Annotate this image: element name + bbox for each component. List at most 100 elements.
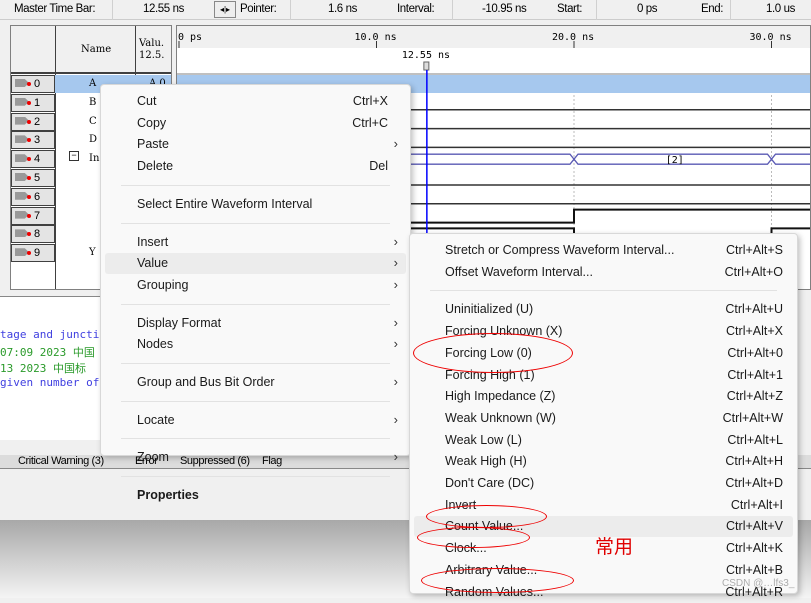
pin-marker-icon <box>27 101 31 105</box>
menu-item-weak-low-l[interactable]: Weak Low (L)Ctrl+Alt+L <box>414 430 793 451</box>
chevron-right-icon: › <box>394 449 398 464</box>
message-line: tage and juncti <box>0 328 99 341</box>
bus-segment <box>772 154 811 164</box>
end-value: 1.0 us <box>766 3 795 15</box>
time-bar-arrows-button[interactable]: ◂|▸ <box>214 1 236 18</box>
time-tick-label: 10.0 ns <box>355 32 397 43</box>
menu-item-locate[interactable]: Locate › <box>105 410 406 431</box>
menu-separator <box>121 401 390 402</box>
menu-item-group-and-bus-bit-order[interactable]: Group and Bus Bit Order› <box>105 372 406 393</box>
pin-marker-icon <box>27 214 31 218</box>
menu-item-shortcut: Ctrl+Alt+X <box>726 324 783 338</box>
pointer-label: Pointer: <box>240 3 276 15</box>
pin-marker-icon <box>27 120 31 124</box>
menu-item-shortcut: Ctrl+Alt+0 <box>727 346 783 360</box>
annotation-text: 常用 <box>595 532 633 559</box>
menu-item-label: Offset Waveform Interval... <box>445 265 593 279</box>
interval-value: -10.95 ns <box>482 3 526 15</box>
bus-value-label: [2] <box>666 155 684 166</box>
menu-item-value[interactable]: Value› <box>105 253 406 274</box>
menu-item-offset-waveform-interval[interactable]: Offset Waveform Interval...Ctrl+Alt+O <box>414 262 793 283</box>
menu-item-label: Nodes <box>137 337 173 351</box>
node-name[interactable]: Y <box>89 247 96 258</box>
menu-item-nodes[interactable]: Nodes › <box>105 334 406 355</box>
chevron-right-icon: › <box>394 336 398 351</box>
menu-item-shortcut: Ctrl+X <box>353 94 388 108</box>
menu-item-shortcut: Ctrl+Alt+D <box>725 476 783 490</box>
menu-item-zoom[interactable]: Zoom › <box>105 447 406 468</box>
chevron-right-icon: › <box>394 136 398 151</box>
chevron-right-icon: › <box>394 374 398 389</box>
message-line: given number of <box>0 376 99 389</box>
menu-item-label: Insert <box>137 235 168 249</box>
menu-item-shortcut: Ctrl+Alt+V <box>726 519 783 533</box>
node-name[interactable]: A <box>89 78 96 89</box>
menu-item-delete[interactable]: DeleteDel <box>105 156 406 177</box>
menu-item-high-impedance-z[interactable]: High Impedance (Z)Ctrl+Alt+Z <box>414 386 793 407</box>
start-label: Start: <box>557 3 582 15</box>
node-name[interactable]: C <box>89 116 97 127</box>
menu-item-grouping[interactable]: Grouping › <box>105 275 406 296</box>
menu-item-weak-unknown-w[interactable]: Weak Unknown (W)Ctrl+Alt+W <box>414 408 793 429</box>
menu-item-shortcut: Ctrl+Alt+W <box>723 411 783 425</box>
start-value: 0 ps <box>637 3 657 15</box>
menu-item-shortcut: Ctrl+Alt+Z <box>727 389 783 403</box>
menu-item-shortcut: Ctrl+C <box>352 116 388 130</box>
menu-item-cut[interactable]: Cut Ctrl+X <box>105 91 406 112</box>
menu-item-shortcut: Ctrl+Alt+K <box>726 541 783 555</box>
value-column-header[interactable]: Valu.12.5. <box>139 38 164 62</box>
menu-item-shortcut: Ctrl+Alt+B <box>726 563 783 577</box>
timeline-ruler <box>177 26 811 48</box>
time-tick-label: 20.0 ns <box>552 32 594 43</box>
menu-item-select-entire-waveform-interval[interactable]: Select Entire Waveform Interval <box>105 194 406 215</box>
menu-item-stretch-or-compress-waveform-interval[interactable]: Stretch or Compress Waveform Interval...… <box>414 240 793 261</box>
pin-marker-icon <box>27 195 31 199</box>
menu-separator <box>121 438 390 439</box>
annotation-ellipse <box>413 333 573 373</box>
menu-item-paste[interactable]: Paste › <box>105 134 406 155</box>
annotation-ellipse <box>426 505 547 528</box>
master-time-bar-value[interactable]: 12.55 ns <box>143 3 184 15</box>
menu-item-label: Value <box>137 256 168 270</box>
message-tab[interactable]: Critical Warning (3) <box>18 455 104 467</box>
menu-item-label: Properties <box>137 488 199 502</box>
menu-item-weak-high-h[interactable]: Weak High (H)Ctrl+Alt+H <box>414 451 793 472</box>
master-time-bar-label: Master Time Bar: <box>14 3 95 15</box>
menu-item-display-format[interactable]: Display Format› <box>105 313 406 334</box>
menu-item-label: Select Entire Waveform Interval <box>137 197 312 211</box>
menu-item-don-t-care-dc[interactable]: Don't Care (DC)Ctrl+Alt+D <box>414 473 793 494</box>
menu-item-shortcut: Ctrl+Alt+H <box>725 454 783 468</box>
node-name[interactable]: In <box>89 153 99 164</box>
menu-item-label: Zoom <box>137 450 169 464</box>
node-name[interactable]: D <box>89 134 97 145</box>
chevron-right-icon: › <box>394 412 398 427</box>
collapse-group-icon[interactable]: − <box>69 151 79 161</box>
menu-item-label: Delete <box>137 159 173 173</box>
menu-item-label: Uninitialized (U) <box>445 302 533 316</box>
name-column-header[interactable]: Name <box>81 44 111 55</box>
menu-item-copy[interactable]: CopyCtrl+C <box>105 113 406 134</box>
menu-separator <box>121 363 390 364</box>
annotation-ellipse <box>421 568 574 593</box>
chevron-right-icon: › <box>394 277 398 292</box>
pin-marker-icon <box>27 82 31 86</box>
end-label: End: <box>701 3 723 15</box>
menu-item-label: Weak Low (L) <box>445 433 522 447</box>
menu-item-label: Cut <box>137 94 156 108</box>
menu-item-label: Locate <box>137 413 175 427</box>
menu-item-label: Grouping <box>137 278 188 292</box>
menu-item-uninitialized-u[interactable]: Uninitialized (U)Ctrl+Alt+U <box>414 299 793 320</box>
annotation-ellipse <box>417 527 530 548</box>
menu-separator <box>430 290 777 291</box>
menu-separator <box>121 304 390 305</box>
pin-marker-icon <box>27 176 31 180</box>
chevron-right-icon: › <box>394 315 398 330</box>
menu-item-properties[interactable]: Properties <box>105 485 406 506</box>
menu-item-label: Paste <box>137 137 169 151</box>
message-line: 13 2023 中国标 <box>0 360 86 376</box>
menu-separator <box>121 223 390 224</box>
menu-item-insert[interactable]: Insert › <box>105 232 406 253</box>
chevron-right-icon: › <box>394 234 398 249</box>
cursor-label: 12.55 ns <box>402 50 450 61</box>
node-name[interactable]: B <box>89 97 96 108</box>
